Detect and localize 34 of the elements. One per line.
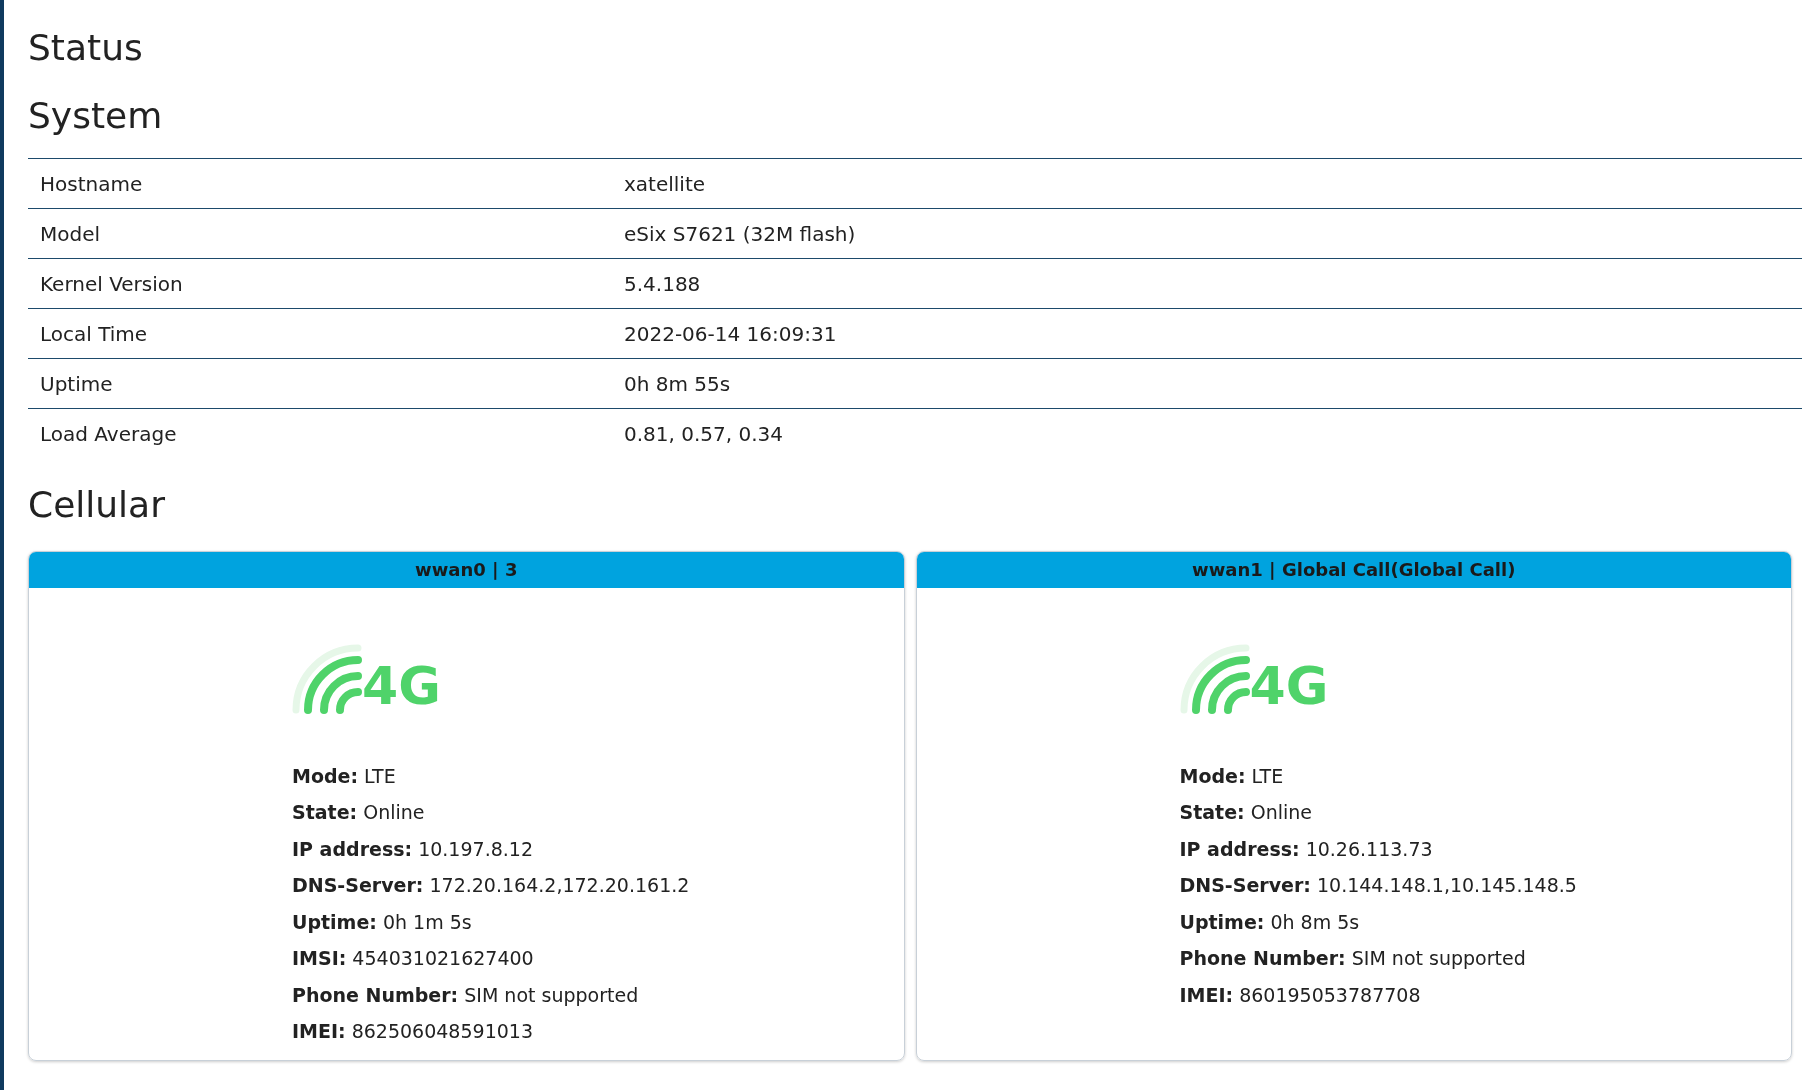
detail-line: Uptime: 0h 1m 5s: [292, 909, 473, 935]
card-header: wwan1 | Global Call(Global Call): [916, 551, 1791, 588]
detail-line: State: Online: [292, 800, 426, 825]
table-cell: 0h 8m 55s: [612, 358, 1802, 409]
detail-line: Uptime: 0h 8m 5s: [1179, 909, 1361, 935]
table-cell: 5.4.188: [612, 258, 1802, 309]
table-cell: 0.81, 0.57, 0.34: [612, 408, 1802, 459]
section-title: Cellular: [28, 482, 166, 527]
detail-line: State: Online: [1179, 800, 1313, 825]
network-type-label: 4G: [1249, 659, 1329, 712]
page-title: Status: [28, 26, 144, 70]
table-cell: Uptime: [28, 358, 612, 409]
detail-line: IMEI: 862506048591013: [292, 1019, 534, 1044]
section-title: System: [28, 94, 164, 138]
table-cell: Load Average: [28, 408, 612, 459]
table-cell: Local Time: [28, 308, 612, 359]
table-cell: eSix S7621 (32M flash): [612, 208, 1802, 259]
table-cell: Hostname: [28, 158, 612, 209]
card-header: wwan0 | 3: [29, 551, 904, 588]
network-type-label: 4G: [362, 659, 441, 712]
table-cell: xatellite: [612, 158, 1802, 209]
table-cell: Kernel Version: [28, 258, 612, 309]
table-cell: 2022-06-14 16:09:31: [612, 308, 1802, 359]
detail-line: DNS-Server: 10.144.148.1,10.145.148.5: [1179, 873, 1578, 898]
detail-line: Phone Number: SIM not supported: [292, 982, 640, 1008]
detail-line: IMSI: 454031021627400: [292, 946, 535, 971]
detail-line: Phone Number: SIM not supported: [1179, 946, 1527, 971]
detail-line: IP address: 10.26.113.73: [1179, 836, 1434, 862]
detail-line: Mode: LTE: [1179, 763, 1285, 789]
detail-line: IP address: 10.197.8.12: [292, 836, 534, 862]
detail-line: Mode: LTE: [292, 763, 397, 789]
detail-line: IMEI: 860195053787708: [1179, 982, 1422, 1008]
table-cell: Model: [28, 208, 612, 259]
detail-line: DNS-Server: 172.20.164.2,172.20.161.2: [292, 873, 691, 898]
